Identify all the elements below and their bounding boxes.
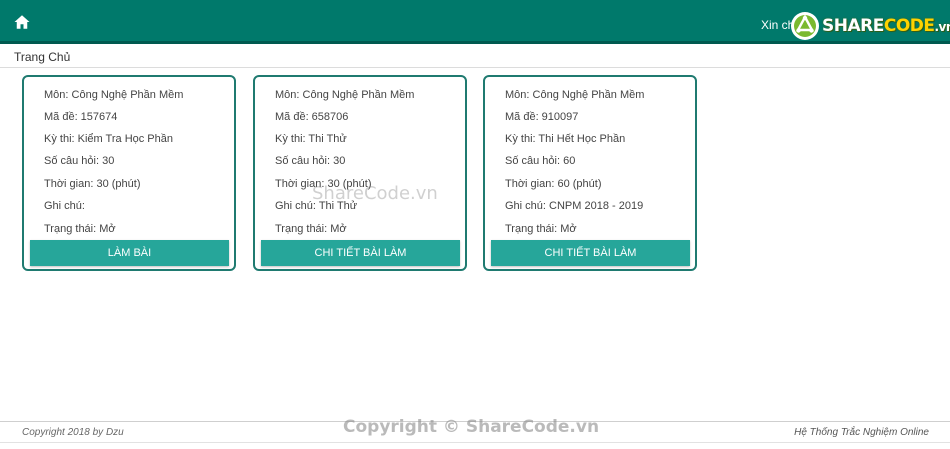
card-note: Ghi chú:	[44, 200, 85, 212]
card-status: Trạng thái: Mở	[275, 223, 347, 235]
footer-bottom-border	[0, 442, 950, 443]
watermark: ShareCode.vn	[312, 183, 438, 204]
view-result-button[interactable]: CHI TIẾT BÀI LÀM	[261, 240, 460, 266]
exam-card: Môn: Công Nghệ Phần Mềm Mã đề: 658706 Kỳ…	[253, 75, 467, 271]
card-exam-session: Kỳ thi: Thi Hết Học Phần	[505, 133, 626, 145]
card-duration: Thời gian: 30 (phút)	[44, 178, 141, 190]
card-status: Trạng thái: Mở	[44, 223, 116, 235]
sharecode-logo-text: SHARECODE.vn	[822, 16, 950, 36]
card-question-count: Số câu hỏi: 30	[275, 155, 346, 167]
sharecode-logo: SHARECODE.vn	[790, 11, 950, 41]
card-status: Trạng thái: Mở	[505, 223, 577, 235]
card-duration: Thời gian: 60 (phút)	[505, 178, 602, 190]
card-question-count: Số câu hỏi: 30	[44, 155, 115, 167]
start-exam-button[interactable]: LÀM BÀI	[30, 240, 229, 266]
breadcrumb: Trang Chủ	[0, 44, 950, 68]
exam-card: Môn: Công Nghệ Phần Mềm Mã đề: 157674 Kỳ…	[22, 75, 236, 271]
card-question-count: Số câu hỏi: 60	[505, 155, 576, 167]
breadcrumb-home[interactable]: Trang Chủ	[14, 50, 70, 64]
footer-watermark: Copyright © ShareCode.vn	[343, 417, 600, 437]
sharecode-logo-icon	[791, 12, 819, 40]
top-navbar: Xin ch SHARECODE.vn	[0, 0, 950, 44]
footer-copyright: Copyright 2018 by Dzu	[22, 427, 124, 438]
card-subject: Môn: Công Nghệ Phần Mềm	[275, 89, 415, 101]
card-exam-session: Kỳ thi: Kiểm Tra Học Phần	[44, 133, 173, 145]
card-exam-session: Kỳ thi: Thi Thử	[275, 133, 347, 145]
card-exam-code: Mã đề: 157674	[44, 111, 118, 123]
card-note: Ghi chú: CNPM 2018 - 2019	[505, 200, 644, 212]
card-subject: Môn: Công Nghệ Phần Mềm	[505, 89, 645, 101]
card-exam-code: Mã đề: 658706	[275, 111, 349, 123]
home-icon[interactable]	[13, 13, 31, 31]
view-result-button[interactable]: CHI TIẾT BÀI LÀM	[491, 240, 690, 266]
card-subject: Môn: Công Nghệ Phần Mềm	[44, 89, 184, 101]
exam-card: Môn: Công Nghệ Phần Mềm Mã đề: 910097 Kỳ…	[483, 75, 697, 271]
footer-system-name: Hệ Thống Trắc Nghiệm Online	[794, 427, 929, 438]
card-exam-code: Mã đề: 910097	[505, 111, 579, 123]
